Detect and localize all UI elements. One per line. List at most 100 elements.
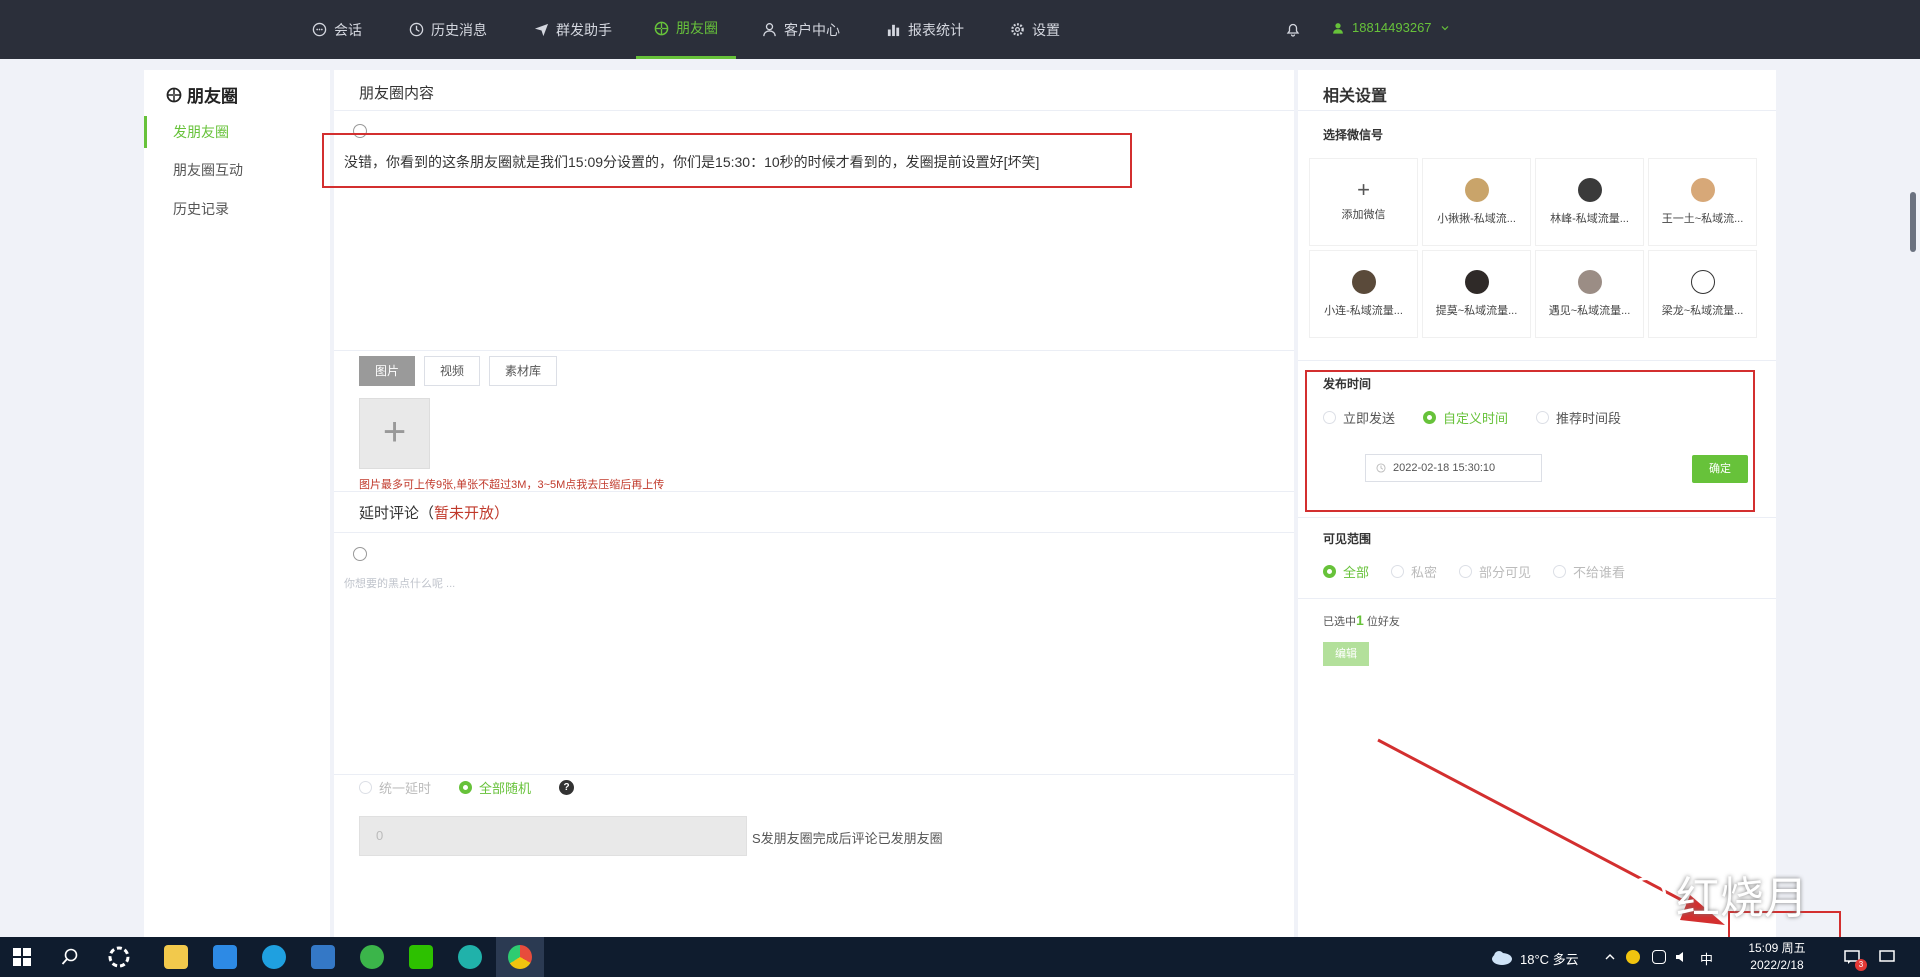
delay-seconds-input[interactable]: 0: [359, 816, 747, 856]
wechat-account[interactable]: 遇见~私域流量...: [1535, 250, 1644, 338]
nav-item-moments[interactable]: 朋友圈: [636, 0, 736, 59]
file-explorer-icon[interactable]: [164, 945, 188, 969]
user-phone: 18814493267: [1352, 20, 1432, 35]
radio-hide-from[interactable]: 不给谁看: [1553, 562, 1625, 581]
help-icon[interactable]: ?: [559, 780, 575, 795]
wechat-icon[interactable]: [409, 945, 433, 969]
add-wechat-label: 添加微信: [1341, 209, 1386, 221]
tab-video[interactable]: 视频: [424, 356, 481, 386]
sidebar-item-post[interactable]: 发朋友圈: [144, 116, 330, 148]
radio-random-delay[interactable]: 全部随机: [459, 778, 531, 797]
nav-item-customer[interactable]: 客户中心: [762, 0, 840, 59]
edit-button[interactable]: 编辑: [1323, 642, 1369, 666]
image-upload-button[interactable]: +: [359, 398, 430, 469]
delay-suffix: S发朋友圈完成后评论已发朋友圈: [752, 831, 943, 846]
visibility-title: 可见范围: [1323, 532, 1372, 546]
settings-title: 相关设置: [1323, 88, 1388, 105]
network-icon[interactable]: [1652, 950, 1666, 964]
watermark: 红烧月: [1628, 862, 1808, 926]
edge-browser-icon[interactable]: [262, 945, 286, 969]
wechat-account[interactable]: 小揪揪-私域流...: [1422, 158, 1531, 246]
avatar: [1690, 270, 1715, 294]
main-panel: 朋友圈内容 没错，你看到的这条朋友圈就是我们15:09分设置的，你们是15:30…: [334, 70, 1294, 940]
radio-visible-all[interactable]: 全部: [1323, 562, 1369, 581]
avatar: [1690, 178, 1715, 202]
wechat-account[interactable]: 小连-私域流量...: [1309, 250, 1418, 338]
chevron-up-icon[interactable]: [1604, 951, 1616, 963]
tray-app-icon[interactable]: [1626, 950, 1640, 964]
user-menu[interactable]: 18814493267: [1332, 20, 1450, 35]
taskbar: 18°C 多云 中 15:09 周五 2022/2/18 3: [0, 937, 1920, 977]
radio-private[interactable]: 私密: [1391, 562, 1437, 581]
nav-label: 会话: [334, 21, 362, 38]
search-app-icon[interactable]: [458, 945, 482, 969]
divider: [334, 532, 1294, 533]
radio-dot: [1553, 565, 1567, 578]
delay-comment-title-text: 延时评论（: [359, 505, 435, 522]
mail-icon[interactable]: [213, 945, 237, 969]
divider: [334, 491, 1294, 492]
weather-text[interactable]: 18°C 多云: [1520, 949, 1579, 968]
sidebar: 朋友圈 发朋友圈 朋友圈互动 历史记录: [144, 70, 330, 940]
system-clock[interactable]: 15:09 周五 2022/2/18: [1730, 940, 1824, 974]
account-name: 林峰-私域流量...: [1550, 213, 1629, 225]
nav-label: 设置: [1032, 21, 1060, 38]
radio-label: 不给谁看: [1573, 565, 1626, 580]
tab-image[interactable]: 图片: [359, 356, 416, 386]
radio-label: 全部随机: [479, 781, 532, 796]
sidebar-item-interaction[interactable]: 朋友圈互动: [144, 154, 330, 186]
radio-uniform-delay[interactable]: 统一延时: [359, 778, 431, 797]
tab-library[interactable]: 素材库: [489, 356, 558, 386]
notification-badge: 3: [1855, 959, 1867, 971]
divider: [334, 774, 1294, 775]
action-center-icon[interactable]: [1878, 948, 1896, 966]
add-wechat-button[interactable]: + 添加微信: [1309, 158, 1418, 246]
scrollbar-thumb[interactable]: [1910, 192, 1916, 252]
moments-icon: [166, 87, 182, 102]
account-name: 小揪揪-私域流...: [1437, 213, 1516, 225]
search-icon[interactable]: [61, 948, 79, 966]
media-tabs: 图片 视频 素材库: [359, 356, 558, 386]
radio-partial-visible[interactable]: 部分可见: [1459, 562, 1531, 581]
selected-friends-count: 已选中1 位好友: [1323, 612, 1400, 629]
radio-dot: [1323, 565, 1336, 578]
ime-indicator[interactable]: 中: [1700, 949, 1713, 968]
avatar: [1577, 270, 1602, 294]
wechat-section-title: 选择微信号: [1323, 128, 1384, 142]
volume-icon[interactable]: [1674, 949, 1690, 965]
selected-count: 1: [1356, 612, 1364, 628]
divider: [1298, 360, 1776, 361]
user-icon: [1333, 22, 1343, 34]
divider: [1298, 110, 1776, 111]
avatar: [1351, 270, 1376, 294]
comment-input[interactable]: 你想要的黑点什么呢 ...: [344, 575, 455, 591]
bell-icon[interactable]: [1285, 21, 1301, 37]
green-app-icon[interactable]: [360, 945, 384, 969]
nav-item-settings[interactable]: 设置: [1010, 0, 1060, 59]
divider: [334, 110, 1294, 111]
nav-item-reports[interactable]: 报表统计: [886, 0, 964, 59]
wechat-account[interactable]: 王一土~私域流...: [1648, 158, 1757, 246]
app-icon[interactable]: [108, 946, 130, 968]
annotation-box-post-text: [322, 133, 1132, 188]
chart-icon: [887, 24, 900, 37]
nav-item-mass-send[interactable]: 群发助手: [534, 0, 612, 59]
radio-label: 全部: [1343, 565, 1370, 580]
chrome-icon[interactable]: [508, 945, 532, 969]
top-nav: 会话 历史消息 群发助手 朋友圈 客户中心 报表统计 设置 1881449326…: [0, 0, 1920, 59]
wechat-logo-icon: [1628, 877, 1666, 911]
sidebar-item-history[interactable]: 历史记录: [144, 193, 330, 225]
delay-comment-title: 延时评论（暂未开放）: [359, 502, 509, 523]
radio-dot: [359, 781, 372, 794]
nav-item-chat[interactable]: 会话: [312, 0, 362, 59]
windows-start-icon[interactable]: [13, 948, 31, 966]
nav-item-history[interactable]: 历史消息: [409, 0, 487, 59]
wechat-account[interactable]: 林峰-私域流量...: [1535, 158, 1644, 246]
store-icon[interactable]: [311, 945, 335, 969]
send-icon: [534, 23, 549, 37]
account-name: 提莫~私域流量...: [1435, 305, 1518, 317]
wechat-account[interactable]: 梁龙~私域流量...: [1648, 250, 1757, 338]
emoji-icon[interactable]: [353, 547, 367, 561]
wechat-account[interactable]: 提莫~私域流量...: [1422, 250, 1531, 338]
radio-dot: [1459, 565, 1473, 578]
